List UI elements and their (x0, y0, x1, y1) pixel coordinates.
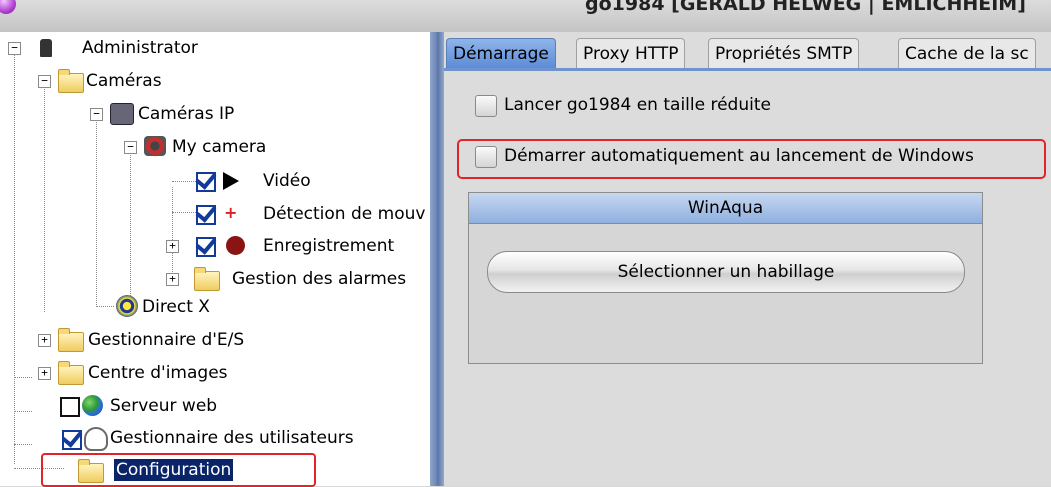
tree-label: Gestion des alarmes (232, 269, 407, 289)
folder-icon (58, 361, 84, 385)
record-icon (226, 236, 245, 255)
tree-item-administrator[interactable]: − Administrator (0, 36, 300, 62)
skin-group-header: WinAqua (469, 193, 982, 224)
web-server-checkbox[interactable] (60, 397, 80, 417)
tree-item-ip-cameras[interactable]: − Caméras IP (0, 102, 300, 128)
motion-detection-icon: + (224, 203, 238, 222)
start-minimized-option[interactable]: Lancer go1984 en taille réduite (475, 93, 925, 123)
tree-label: My camera (172, 137, 267, 157)
tree-item-alarm-management[interactable]: + Gestion des alarmes (0, 267, 430, 293)
window-orb-icon[interactable] (0, 0, 16, 14)
skin-group: WinAqua Sélectionner un habillage (468, 192, 983, 364)
tree-item-user-manager[interactable]: Gestionnaire des utilisateurs (0, 426, 430, 452)
settings-panel: Démarrage Proxy HTTP Propriétés SMTP Cac… (444, 32, 1051, 486)
users-icon (84, 427, 108, 451)
user-manager-checkbox[interactable] (62, 430, 82, 450)
tree-label: Caméras (86, 71, 162, 91)
tree-item-web-server[interactable]: Serveur web (0, 394, 300, 420)
tree-label: Détection de mouv (263, 204, 426, 224)
tree-label: Vidéo (263, 171, 311, 191)
expand-toggle-icon[interactable]: + (166, 240, 179, 253)
recording-checkbox[interactable] (196, 237, 216, 257)
select-skin-button[interactable]: Sélectionner un habillage (487, 251, 965, 293)
autostart-highlight-annotation (457, 139, 1046, 179)
expand-toggle-icon[interactable]: + (38, 334, 51, 347)
title-bar: go1984 [GERALD HELWEG | EMLICHHEIM] (0, 0, 1051, 32)
camera-icon (144, 136, 166, 156)
panel-splitter[interactable] (430, 32, 444, 486)
tab-startup[interactable]: Démarrage (446, 38, 556, 69)
tree-label: Enregistrement (263, 236, 395, 256)
window-title: go1984 [GERALD HELWEG | EMLICHHEIM] (585, 0, 1026, 15)
tree-label: Gestionnaire des utilisateurs (110, 428, 354, 448)
tree-item-video[interactable]: Vidéo (0, 169, 311, 195)
tree-item-recording[interactable]: + Enregistrement (0, 234, 394, 260)
navigation-tree: − Administrator − Caméras − Caméras IP −… (0, 32, 430, 486)
ip-camera-icon (110, 103, 134, 125)
tree-label: Administrator (82, 38, 198, 58)
tree-item-my-camera[interactable]: − My camera (0, 135, 300, 161)
collapse-toggle-icon[interactable]: − (38, 75, 51, 88)
tab-underline (444, 68, 1051, 71)
tree-label: Caméras IP (138, 104, 235, 124)
directx-icon (116, 295, 138, 317)
collapse-toggle-icon[interactable]: − (124, 141, 137, 154)
motion-detection-checkbox[interactable] (196, 205, 216, 225)
play-icon (223, 172, 239, 190)
tree-item-directx[interactable]: Direct X (0, 295, 300, 321)
configuration-highlight-annotation (41, 453, 316, 487)
folder-icon (58, 328, 84, 352)
collapse-toggle-icon[interactable]: − (8, 42, 21, 55)
collapse-toggle-icon[interactable]: − (90, 108, 103, 121)
folder-open-icon (58, 69, 84, 93)
start-minimized-checkbox[interactable] (475, 95, 497, 117)
folder-icon (194, 267, 220, 291)
tree-item-motion-detection[interactable]: + Détection de mouv (0, 202, 430, 228)
tab-http-proxy[interactable]: Proxy HTTP (576, 38, 686, 69)
video-checkbox[interactable] (196, 172, 216, 192)
administrator-icon (40, 39, 52, 57)
expand-toggle-icon[interactable]: + (166, 273, 179, 286)
tree-item-cameras[interactable]: − Caméras (0, 69, 300, 95)
globe-icon (82, 395, 103, 416)
tree-label: Centre d'images (88, 363, 228, 383)
tree-label: Gestionnaire d'E/S (88, 330, 245, 350)
tree-item-io-manager[interactable]: + Gestionnaire d'E/S (0, 328, 300, 354)
expand-toggle-icon[interactable]: + (38, 367, 51, 380)
start-minimized-label: Lancer go1984 en taille réduite (504, 95, 771, 115)
tree-label: Serveur web (110, 396, 218, 416)
tab-smtp-properties[interactable]: Propriétés SMTP (708, 38, 860, 69)
tree-item-image-center[interactable]: + Centre d'images (0, 361, 300, 387)
tab-bar: Démarrage Proxy HTTP Propriétés SMTP Cac… (444, 32, 1051, 72)
tab-cache[interactable]: Cache de la sc (898, 38, 1036, 69)
tree-label: Direct X (142, 297, 210, 317)
